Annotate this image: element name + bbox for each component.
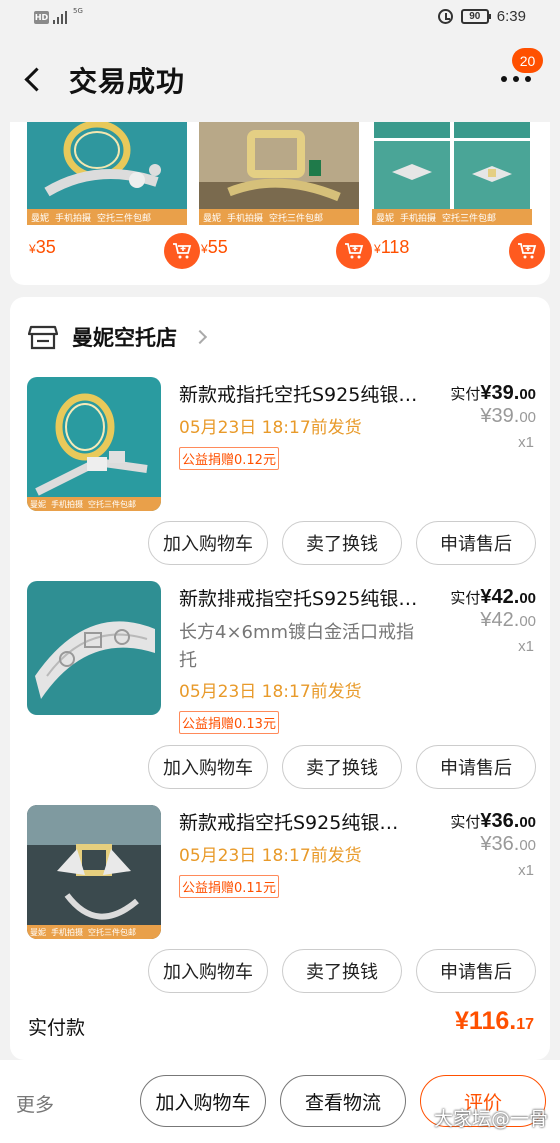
header: 交易成功 20	[0, 36, 560, 122]
total-value: ¥116.17	[455, 1007, 534, 1035]
add-cart-icon[interactable]	[336, 233, 372, 269]
after-sale-button[interactable]: 申请售后	[416, 521, 536, 565]
network-type: 5G	[73, 7, 83, 15]
paid-price: 实付¥42.00	[450, 586, 536, 608]
back-arrow-icon[interactable]	[22, 66, 44, 92]
paid-price: 实付¥39.00	[450, 382, 536, 404]
charity-badge: 公益捐赠0.11元	[179, 875, 279, 898]
paid-price: 实付¥36.00	[450, 810, 536, 832]
recommend-item[interactable]: 曼妮 手机拍摄 空托三件包邮 ¥118	[372, 122, 545, 272]
product-name: 新款戒指空托S925纯银…	[179, 812, 399, 834]
add-to-cart-button[interactable]: 加入购物车	[148, 521, 268, 565]
resell-button[interactable]: 卖了换钱	[282, 949, 402, 993]
bottom-action-bar: 更多 加入购物车 查看物流 评价 大家坛@一骨	[0, 1060, 560, 1143]
product-thumbnail: 曼妮 手机拍摄 空托三件包邮	[27, 377, 161, 511]
recommend-item[interactable]: 曼妮 手机拍摄 空托三件包邮 ¥35	[27, 122, 200, 272]
ship-time: 05月23日 18:17前发货	[179, 846, 362, 866]
product-name: 新款排戒指空托S925纯银…	[179, 588, 418, 610]
status-bar: HD 5G 90 6:39	[0, 0, 560, 36]
original-price: ¥39.00	[480, 405, 536, 427]
alarm-icon	[437, 9, 453, 24]
product-image: 曼妮 手机拍摄 空托三件包邮	[199, 122, 359, 225]
shop-header[interactable]: 曼妮空托店	[28, 319, 208, 355]
status-time: 6:39	[496, 8, 526, 25]
signal-icon: 5G	[53, 7, 83, 24]
add-cart-icon[interactable]	[509, 233, 545, 269]
recommend-price: ¥35	[29, 237, 56, 257]
product-spec: 长方4×6mm镀白金活口戒指托	[179, 622, 415, 671]
after-sale-button[interactable]: 申请售后	[416, 949, 536, 993]
shop-name: 曼妮空托店	[72, 326, 177, 350]
quantity: x1	[518, 638, 534, 655]
status-left: HD 5G	[34, 7, 83, 24]
more-button[interactable]: 更多	[16, 1090, 54, 1117]
recommend-item[interactable]: 曼妮 手机拍摄 空托三件包邮 ¥55	[199, 122, 372, 272]
battery-icon: 90	[460, 9, 491, 24]
recommendation-card: 曼妮 手机拍摄 空托三件包邮 ¥35 曼妮 手机拍摄 空托三件包邮 ¥55 曼妮…	[10, 122, 550, 285]
page-title: 交易成功	[69, 65, 186, 98]
status-right: 90 6:39	[437, 8, 526, 25]
hd-badge: HD	[34, 11, 49, 24]
more-menu-icon[interactable]	[498, 70, 538, 100]
quantity: x1	[518, 862, 534, 879]
notification-badge: 20	[512, 48, 543, 73]
charity-badge: 公益捐赠0.12元	[179, 447, 279, 470]
product-thumbnail	[27, 581, 161, 715]
add-to-cart-button[interactable]: 加入购物车	[148, 949, 268, 993]
store-icon	[28, 325, 58, 350]
add-cart-icon[interactable]	[164, 233, 200, 269]
after-sale-button[interactable]: 申请售后	[416, 745, 536, 789]
charity-badge: 公益捐赠0.13元	[179, 711, 279, 734]
resell-button[interactable]: 卖了换钱	[282, 521, 402, 565]
recommend-price: ¥118	[374, 237, 410, 257]
recommend-price: ¥55	[201, 237, 228, 257]
total-label: 实付款	[28, 1017, 86, 1039]
add-to-cart-button[interactable]: 加入购物车	[148, 745, 268, 789]
resell-button[interactable]: 卖了换钱	[282, 745, 402, 789]
product-thumbnail: 曼妮 手机拍摄 空托三件包邮	[27, 805, 161, 939]
product-image: 曼妮 手机拍摄 空托三件包邮	[27, 122, 187, 225]
original-price: ¥36.00	[480, 833, 536, 855]
watermark: 大家坛@一骨	[433, 1108, 548, 1130]
logistics-button[interactable]: 查看物流	[280, 1075, 406, 1127]
product-name: 新款戒指托空托S925纯银…	[179, 384, 418, 406]
bottom-add-cart-button[interactable]: 加入购物车	[140, 1075, 266, 1127]
quantity: x1	[518, 434, 534, 451]
ship-time: 05月23日 18:17前发货	[179, 418, 362, 438]
product-image: 曼妮 手机拍摄 空托三件包邮	[372, 122, 532, 225]
chevron-right-icon	[192, 329, 208, 345]
original-price: ¥42.00	[480, 609, 536, 631]
order-card: 曼妮空托店 曼妮 手机拍摄 空托三件包邮 新款戒指托空托S925纯银… 05月23日…	[10, 297, 550, 1060]
ship-time: 05月23日 18:17前发货	[179, 682, 362, 702]
